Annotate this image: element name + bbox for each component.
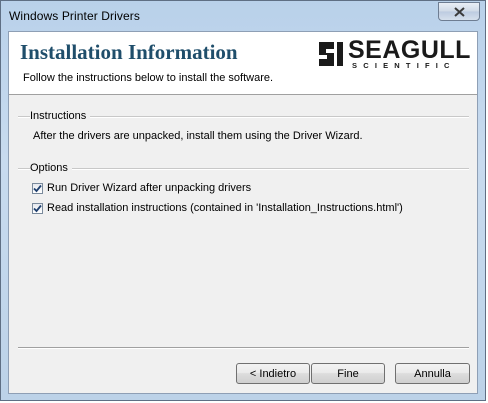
read-instructions-checkbox[interactable] xyxy=(32,203,43,214)
logo-subtitle: SCIENTIFIC xyxy=(352,61,456,70)
close-button[interactable] xyxy=(438,2,480,21)
instructions-group-label: Instructions xyxy=(30,110,91,122)
run-wizard-option[interactable]: Run Driver Wizard after unpacking driver… xyxy=(32,182,332,198)
options-divider xyxy=(18,168,469,170)
installer-window: Windows Printer Drivers Installation Inf… xyxy=(0,0,486,401)
read-instructions-option[interactable]: Read installation instructions (containe… xyxy=(32,202,452,218)
instructions-text: After the drivers are unpacked, install … xyxy=(33,130,363,142)
run-wizard-label: Run Driver Wizard after unpacking driver… xyxy=(47,182,252,194)
footer-divider xyxy=(18,347,469,349)
page-title: Installation Information xyxy=(20,40,238,64)
title-bar[interactable]: Windows Printer Drivers xyxy=(1,1,485,31)
seagull-scientific-logo: SEAGULL SCIENTIFIC xyxy=(317,36,473,71)
run-wizard-checkbox[interactable] xyxy=(32,183,43,194)
window-title: Windows Printer Drivers xyxy=(9,9,140,23)
finish-button[interactable]: Fine xyxy=(311,363,385,384)
dialog-client-area: Installation Information Follow the inst… xyxy=(8,31,478,394)
cancel-button[interactable]: Annulla xyxy=(395,363,470,384)
close-icon xyxy=(454,7,465,17)
checkmark-icon xyxy=(33,184,42,193)
wizard-header: Installation Information Follow the inst… xyxy=(9,32,477,95)
page-subtitle: Follow the instructions below to install… xyxy=(23,72,274,84)
options-group-label: Options xyxy=(30,162,72,174)
checkmark-icon xyxy=(33,204,42,213)
read-instructions-label: Read installation instructions (containe… xyxy=(47,202,403,214)
seagull-logo-icon xyxy=(319,42,343,66)
back-button[interactable]: < Indietro xyxy=(236,363,310,384)
